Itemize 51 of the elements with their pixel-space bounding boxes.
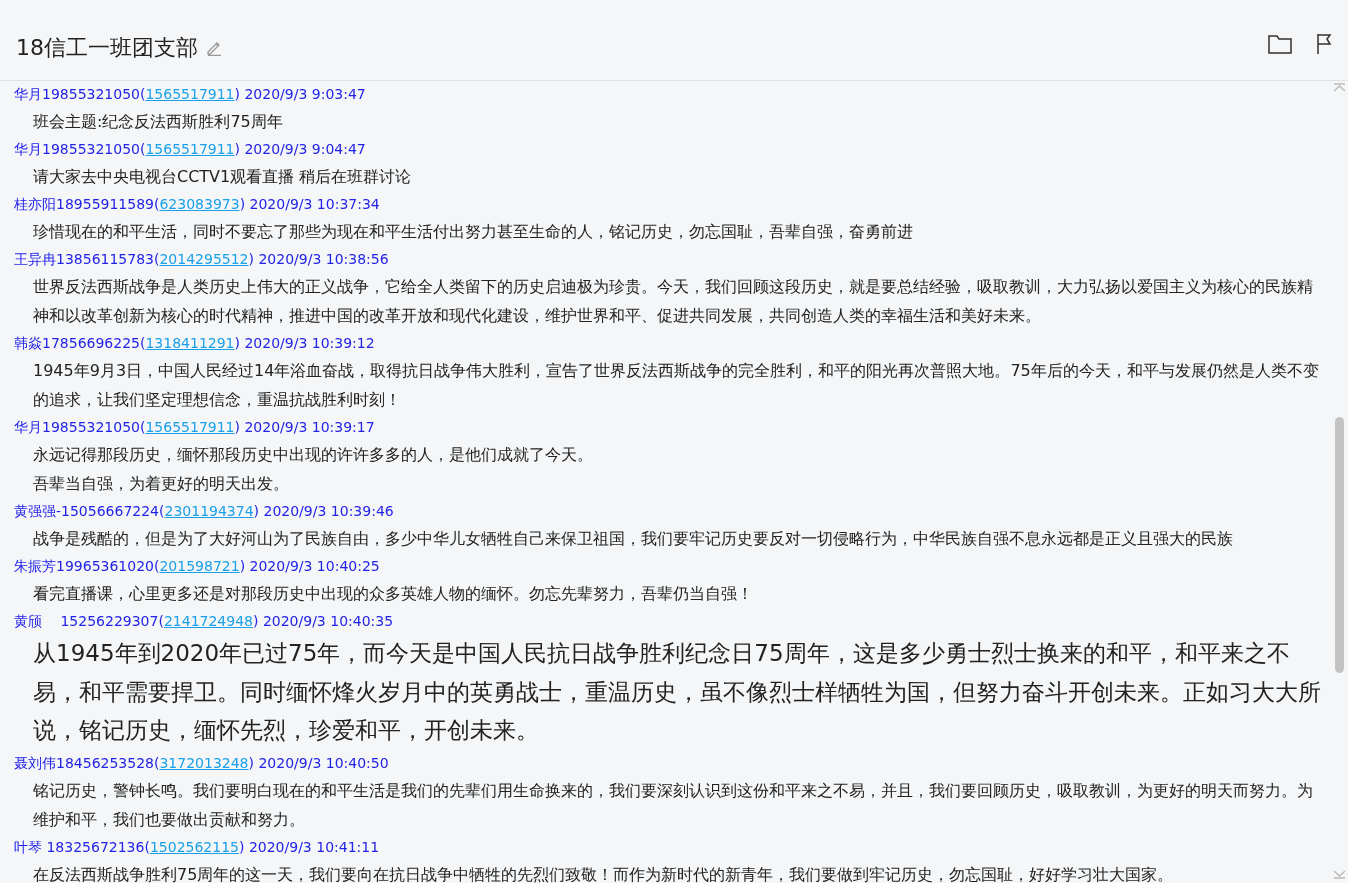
message-text: 永远记得那段历史，缅怀那段历史中出现的许许多多的人，是他们成就了今天。: [32, 444, 594, 466]
message-time: ) 2020/9/3 10:38:56: [248, 251, 389, 267]
message-time: ) 2020/9/3 10:40:35: [253, 613, 394, 629]
qq-link[interactable]: 2014295512: [159, 251, 249, 267]
sender-name: 叶琴 18325672136(: [14, 838, 150, 855]
message-time: ) 2020/9/3 10:40:25: [239, 558, 380, 574]
sender-name: 王异冉13856115783(: [14, 251, 160, 267]
sender-name: 黄颀 15256229307(: [14, 613, 164, 629]
sender-name: 聂刘伟18456253528(: [14, 754, 160, 771]
sender-name: 桂亦阳18955911589(: [14, 196, 160, 212]
qq-link[interactable]: 623083973: [159, 196, 240, 212]
message-text: 战争是残酷的，但是为了大好河山为了民族自由，多少中华儿女牺牲自己来保卫祖国，我们要牢记历史要反对一切侵略行为，中华民族自强不息永远都是正义且强大的民族: [32, 528, 1234, 550]
qq-link[interactable]: 1565517911: [145, 419, 235, 435]
scroll-up-icon[interactable]: [1333, 83, 1346, 92]
sender-name: 韩焱17856696225(: [14, 335, 146, 351]
sender-name: 黄强强-15056667224(: [14, 503, 165, 519]
message-text: 世界反法西斯战争是人类历史上伟大的正义战争，它给全人类留下的历史启迪极为珍贵。今天，我们回顾这段历史，就是要总结经验，吸取教训，大力弘扬以爱国主义为核心的民族精神和以改革创新为核心的时代精神，推进中国的改革开放和现代化建设，维护世界和平、促进共同发展，共同创造人类的幸福生活和美好未来。: [32, 276, 1314, 327]
message-text: 铭记历史，警钟长鸣。我们要明白现在的和平生活是我们的先辈们用生命换来的，我们要深刻认识到这份和平来之不易，并且，我们要回顾历史，吸取教训，为更好的明天而努力。为维护和平，我们也要做出贡献和努力。: [32, 779, 1314, 831]
window-title: 18信工一班团支部: [16, 33, 198, 62]
qq-link[interactable]: 2141724948: [163, 613, 253, 629]
message-text: 珍惜现在的和平生活，同时不要忘了那些为现在和平生活付出努力甚至生命的人，铭记历史，勿忘国耻，吾辈自强，奋勇前进: [32, 221, 914, 243]
message-time: ) 2020/9/3 10:39:17: [234, 419, 375, 435]
message-time: ) 2020/9/3 9:04:47: [234, 141, 366, 157]
message-time: ) 2020/9/3 10:40:50: [248, 754, 389, 771]
sender-name: 朱振芳19965361020(: [14, 558, 160, 574]
message-text: 从1945年到2020年已过75年，而今天是中国人民抗日战争胜利纪念日75周年，这是多少勇士烈士换来的和平，和平来之不易，和平需要捍卫。同时缅怀烽火岁月中的英勇战士，重温历史，虽不像烈士样牺牲为国，但努力奋斗开创未来。正如习大大所说，铭记历史，缅怀先烈，珍爱和平，开创未来。: [32, 639, 1322, 745]
message-time: ) 2020/9/3 10:39:12: [234, 335, 375, 351]
qq-link[interactable]: 1565517911: [145, 141, 235, 157]
message-text: 请大家去中央电视台CCTV1观看直播 稍后在班群讨论: [32, 166, 413, 188]
message-time: ) 2020/9/3 10:41:11: [239, 838, 380, 855]
qq-link[interactable]: 201598721: [159, 558, 240, 574]
message-time: ) 2020/9/3 10:39:46: [253, 503, 394, 519]
scrollbar-thumb[interactable]: [1335, 417, 1344, 673]
sender-name: 华月19855321050(: [14, 141, 146, 157]
message-text: 在反法西斯战争胜利75周年的这一天，我们要向在抗日战争中牺牲的先烈们致敬！而作为新时代的新青年，我们要做到牢记历史，勿忘国耻，好好学习壮大国家。: [32, 863, 1175, 883]
message-text: 班会主题:纪念反法西斯胜利75周年: [32, 111, 284, 133]
qq-link[interactable]: 1565517911: [145, 86, 235, 102]
qq-link[interactable]: 1502562115: [149, 838, 239, 855]
sender-name: 华月19855321050(: [14, 86, 146, 102]
message-text: 1945年9月3日，中国人民经过14年浴血奋战，取得抗日战争伟大胜利，宣告了世界反法西斯战争的完全胜利，和平的阳光再次普照大地。75年后的今天，和平与发展仍然是人类不变的追求，让我们坚定理想信念，重温抗战胜利时刻！: [32, 360, 1320, 411]
qq-link[interactable]: 1318411291: [145, 335, 235, 351]
qq-link[interactable]: 2301194374: [164, 503, 254, 519]
qq-link[interactable]: 3172013248: [159, 754, 249, 771]
flag-icon[interactable]: [1316, 33, 1332, 55]
scroll-down-icon[interactable]: [1333, 870, 1346, 879]
message-time: ) 2020/9/3 9:03:47: [234, 86, 366, 102]
message-time: ) 2020/9/3 10:37:34: [239, 196, 380, 212]
message-text: 看完直播课，心里更多还是对那段历史中出现的众多英雄人物的缅怀。勿忘先辈努力，吾辈仍当自强！: [32, 583, 754, 605]
folder-icon[interactable]: [1268, 34, 1292, 54]
sender-name: 华月19855321050(: [14, 419, 146, 435]
message-text: 吾辈当自强，为着更好的明天出发。: [32, 473, 290, 495]
